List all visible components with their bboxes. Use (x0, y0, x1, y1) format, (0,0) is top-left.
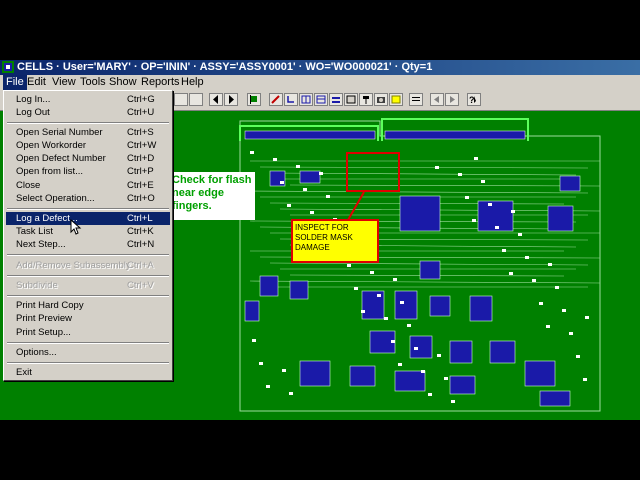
menu-item-subdivide[interactable]: Subdivide Ctrl+V (6, 279, 170, 292)
menu-tools[interactable]: Tools (77, 75, 109, 90)
check-callout: Check for flash near edge fingers. (169, 172, 255, 220)
inspect-highlight-box (346, 152, 400, 192)
menu-show[interactable]: Show (106, 75, 140, 90)
menu-item-print-setup[interactable]: Print Setup... (6, 326, 170, 339)
menu-item-open-defect-number[interactable]: Open Defect Number Ctrl+D (6, 152, 170, 165)
menu-edit[interactable]: Edit (24, 75, 49, 90)
window-title: CELLS · User='MARY' · OP='ININ' · ASSY='… (17, 61, 433, 73)
menu-item-open-from-list[interactable]: Open from list... Ctrl+P (6, 165, 170, 178)
menu-separator (7, 295, 169, 297)
menu-reports[interactable]: Reports (138, 75, 183, 90)
menu-item-open-workorder[interactable]: Open Workorder Ctrl+W (6, 139, 170, 152)
screen-bottom (0, 420, 640, 480)
menu-view[interactable]: View (49, 75, 79, 90)
toolbar-tool-5-button[interactable] (329, 93, 343, 106)
toolbar-tool-3-button[interactable] (299, 93, 313, 106)
menu-item-log-in[interactable]: Log In... Ctrl+G (6, 93, 170, 106)
bars-icon (412, 97, 420, 101)
svg-text:?: ? (469, 95, 475, 105)
box-icon (346, 95, 356, 104)
menu-item-open-serial-number[interactable]: Open Serial Number Ctrl+S (6, 126, 170, 139)
toolbar-help-button[interactable]: ? (467, 93, 481, 106)
menu-separator (7, 362, 169, 364)
menu-item-log-out[interactable]: Log Out Ctrl+U (6, 106, 170, 119)
camera-icon (377, 97, 385, 103)
app-icon (2, 61, 14, 73)
title-bar: CELLS · User='MARY' · OP='ININ' · ASSY='… (0, 60, 640, 75)
toolbar-next-button[interactable] (224, 93, 238, 106)
menu-bar: File Edit View Tools Show Reports Help (0, 75, 640, 90)
toolbar-tool-1-button[interactable] (269, 93, 283, 106)
flag-icon (250, 95, 257, 104)
toolbar-back-button[interactable] (430, 93, 444, 106)
menu-separator (7, 275, 169, 277)
menu-item-select-operation[interactable]: Select Operation... Ctrl+O (6, 192, 170, 205)
menu-item-print-preview[interactable]: Print Preview (6, 312, 170, 325)
toolbar-tool-6-button[interactable] (344, 93, 358, 106)
arrow-left-icon (213, 95, 218, 104)
mouse-cursor-icon (70, 219, 82, 235)
forward-arrow-icon (450, 96, 455, 103)
file-menu-dropdown: Log In... Ctrl+G Log Out Ctrl+U Open Seria… (3, 90, 173, 381)
toolbar-tool-4-button[interactable] (314, 93, 328, 106)
toolbar-tool-10-button[interactable] (409, 93, 423, 106)
toolbar-tool-7-button[interactable] (359, 93, 373, 106)
toolbar-button-edit-icon[interactable] (174, 93, 188, 106)
menu-help[interactable]: Help (178, 75, 207, 90)
menu-item-close[interactable]: Close Ctrl+E (6, 179, 170, 192)
toolbar-button-edit2-icon[interactable] (189, 93, 203, 106)
list-icon (332, 97, 340, 103)
toolbar-flag-button[interactable] (247, 93, 261, 106)
hook-icon (287, 96, 294, 103)
menu-item-log-a-defect[interactable]: Log a Defect... Ctrl+L (6, 212, 170, 225)
menu-item-task-list[interactable]: Task List Ctrl+K (6, 225, 170, 238)
toolbar-tool-8-button[interactable] (374, 93, 388, 106)
inspect-callout: INSPECT FOR SOLDER MASK DAMAGE (291, 219, 379, 263)
toolbar-forward-button[interactable] (445, 93, 459, 106)
arrow-right-icon (229, 95, 234, 104)
menu-separator (7, 122, 169, 124)
back-arrow-icon (434, 96, 439, 103)
toolbar-tool-2-button[interactable] (284, 93, 298, 106)
menu-separator (7, 208, 169, 210)
toolbar-tool-9-button[interactable] (389, 93, 403, 106)
menu-separator (7, 342, 169, 344)
pencil-icon (271, 95, 280, 104)
help-pointer-icon: ? (469, 95, 476, 105)
menu-item-add-remove-subassembly[interactable]: Add/Remove Subassembly Ctrl+A (6, 259, 170, 272)
menu-item-exit[interactable]: Exit (6, 366, 170, 379)
menu-item-options[interactable]: Options... (6, 346, 170, 359)
table-icon (316, 95, 326, 104)
toolbar-prev-button[interactable] (209, 93, 223, 106)
pin-icon (363, 96, 369, 104)
menu-item-next-step[interactable]: Next Step... Ctrl+N (6, 238, 170, 251)
menu-item-print-hard-copy[interactable]: Print Hard Copy (6, 299, 170, 312)
callout-pointer-line (347, 191, 365, 221)
grid-icon (301, 95, 311, 104)
menu-separator (7, 254, 169, 256)
note-icon (391, 95, 401, 104)
